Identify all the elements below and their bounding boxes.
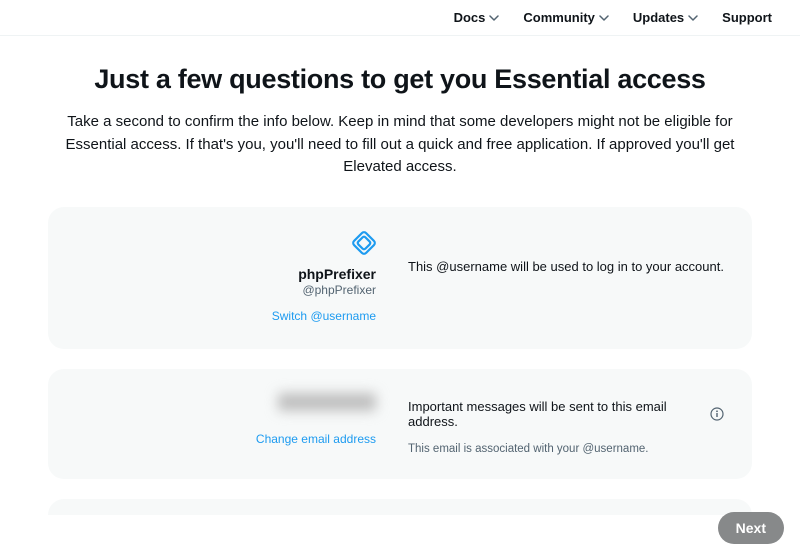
email-card-left: Change email address bbox=[76, 393, 376, 455]
username-card-desc: This @username will be used to log in to… bbox=[408, 231, 724, 325]
info-icon[interactable] bbox=[710, 407, 724, 421]
chevron-down-icon bbox=[489, 13, 499, 23]
top-nav: Docs Community Updates Support bbox=[0, 0, 800, 36]
nav-updates-label: Updates bbox=[633, 10, 684, 25]
avatar-icon bbox=[352, 231, 376, 255]
email-card-subnote: This email is associated with your @user… bbox=[408, 443, 724, 455]
page-title: Just a few questions to get you Essentia… bbox=[48, 64, 752, 95]
nav-support[interactable]: Support bbox=[722, 10, 772, 25]
nav-community-label: Community bbox=[523, 10, 595, 25]
chevron-down-icon bbox=[688, 13, 698, 23]
switch-username-link[interactable]: Switch @username bbox=[272, 309, 376, 323]
nav-community[interactable]: Community bbox=[523, 10, 609, 25]
email-card-desc-line: Important messages will be sent to this … bbox=[408, 399, 724, 429]
nav-updates[interactable]: Updates bbox=[633, 10, 698, 25]
email-value-blurred bbox=[278, 393, 376, 411]
main-content: Just a few questions to get you Essentia… bbox=[0, 36, 800, 515]
next-button[interactable]: Next bbox=[718, 512, 784, 544]
nav-docs[interactable]: Docs bbox=[454, 10, 500, 25]
email-card: Change email address Important messages … bbox=[48, 369, 752, 479]
email-card-desc: Important messages will be sent to this … bbox=[408, 399, 704, 429]
change-email-link[interactable]: Change email address bbox=[256, 432, 376, 446]
chevron-down-icon bbox=[599, 13, 609, 23]
page-subtitle: Take a second to confirm the info below.… bbox=[50, 111, 750, 179]
username-card-left: phpPrefixer @phpPrefixer Switch @usernam… bbox=[76, 231, 376, 325]
nav-support-label: Support bbox=[722, 10, 772, 25]
next-card-peek bbox=[48, 499, 752, 515]
nav-docs-label: Docs bbox=[454, 10, 486, 25]
username-card: phpPrefixer @phpPrefixer Switch @usernam… bbox=[48, 207, 752, 349]
email-card-right: Important messages will be sent to this … bbox=[408, 393, 724, 455]
display-name: phpPrefixer bbox=[76, 266, 376, 282]
username-handle: @phpPrefixer bbox=[76, 283, 376, 297]
